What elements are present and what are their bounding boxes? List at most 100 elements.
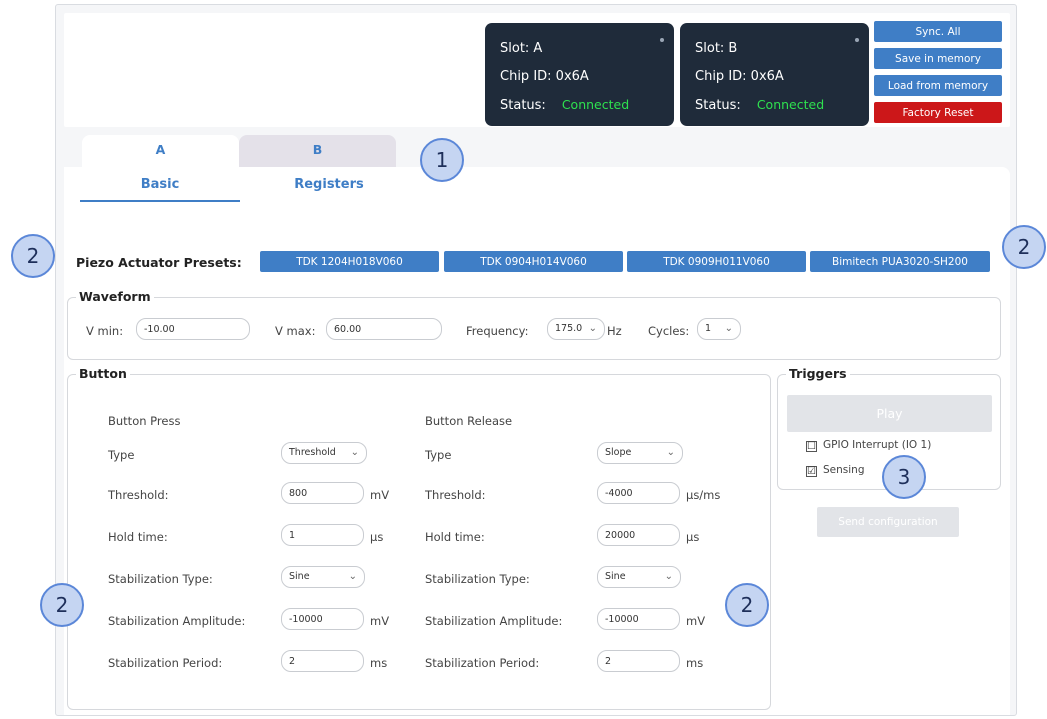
triggers-legend: Triggers xyxy=(786,366,850,381)
press-stab-type-select[interactable]: Sine ⌄ xyxy=(281,566,365,588)
press-stab-period-input[interactable] xyxy=(281,650,364,672)
chevron-down-icon: ⌄ xyxy=(664,571,673,582)
button-press-title: Button Press xyxy=(108,414,181,428)
slot-a-status-label: Status: xyxy=(500,98,546,113)
slot-b-chip-id: Chip ID: 0x6A xyxy=(695,69,784,84)
press-threshold-label: Threshold: xyxy=(108,488,169,502)
slot-a-status: Status: Connected xyxy=(500,97,629,113)
press-hold-unit: µs xyxy=(370,530,384,544)
preset-button-2[interactable]: TDK 0904H014V060 xyxy=(444,251,623,272)
release-stab-type-value: Sine xyxy=(605,571,626,582)
release-hold-unit: µs xyxy=(686,530,700,544)
vmax-input[interactable] xyxy=(326,318,442,340)
press-stab-period-label: Stabilization Period: xyxy=(108,656,223,670)
slot-b-label: Slot: B xyxy=(695,41,738,56)
slot-b-card: Slot: B Chip ID: 0x6A Status: Connected xyxy=(680,23,869,126)
slot-b-indicator-icon xyxy=(855,38,859,42)
callout-1: 1 xyxy=(420,138,464,182)
button-release-title: Button Release xyxy=(425,414,513,428)
factory-reset-button[interactable]: Factory Reset xyxy=(874,102,1002,123)
release-stab-amp-unit: mV xyxy=(686,614,706,628)
callout-2-left-presets: 2 xyxy=(11,234,55,278)
preset-button-1[interactable]: TDK 1204H018V060 xyxy=(260,251,439,272)
slot-b-status-label: Status: xyxy=(695,98,741,113)
release-stab-type-select[interactable]: Sine ⌄ xyxy=(597,566,681,588)
slot-a-chip-id: Chip ID: 0x6A xyxy=(500,69,589,84)
frequency-label: Frequency: xyxy=(466,324,529,338)
app-window: Slot: A Chip ID: 0x6A Status: Connected S… xyxy=(55,4,1017,716)
press-stab-period-unit: ms xyxy=(370,656,388,670)
callout-2-right-presets: 2 xyxy=(1002,225,1046,269)
tab-b[interactable]: B xyxy=(239,135,396,167)
press-stab-amp-label: Stabilization Amplitude: xyxy=(108,614,246,628)
callout-2-button-release: 2 xyxy=(725,583,769,627)
press-threshold-input[interactable] xyxy=(281,482,364,504)
slot-a-label: Slot: A xyxy=(500,41,543,56)
subtab-basic[interactable]: Basic xyxy=(80,177,240,202)
press-type-value: Threshold xyxy=(289,447,336,458)
preset-button-3[interactable]: TDK 0909H011V060 xyxy=(627,251,806,272)
cycles-select[interactable]: 1 ⌄ xyxy=(697,318,741,340)
tab-content: Basic Registers Piezo Actuator Presets: … xyxy=(64,167,1010,715)
sensing-checkbox[interactable]: ☑ xyxy=(806,466,817,477)
header-panel: Slot: A Chip ID: 0x6A Status: Connected S… xyxy=(64,13,1010,127)
chevron-down-icon: ⌄ xyxy=(348,571,357,582)
release-stab-amp-input[interactable] xyxy=(597,608,680,630)
press-stab-type-value: Sine xyxy=(289,571,310,582)
release-threshold-unit: µs/ms xyxy=(686,488,721,502)
release-hold-input[interactable] xyxy=(597,524,680,546)
release-stab-period-unit: ms xyxy=(686,656,704,670)
cycles-value: 1 xyxy=(705,323,712,334)
press-stab-amp-input[interactable] xyxy=(281,608,364,630)
press-stab-amp-unit: mV xyxy=(370,614,390,628)
release-type-value: Slope xyxy=(605,447,632,458)
slot-a-indicator-icon xyxy=(660,38,664,42)
chevron-down-icon: ⌄ xyxy=(350,447,359,458)
send-configuration-button[interactable]: Send configuration xyxy=(817,507,959,537)
release-stab-period-input[interactable] xyxy=(597,650,680,672)
save-in-memory-button[interactable]: Save in memory xyxy=(874,48,1002,69)
play-button[interactable]: Play xyxy=(787,395,992,432)
frequency-value: 175.0 xyxy=(555,323,583,334)
press-hold-input[interactable] xyxy=(281,524,364,546)
load-from-memory-button[interactable]: Load from memory xyxy=(874,75,1002,96)
frequency-unit: Hz xyxy=(607,324,622,338)
press-stab-type-label: Stabilization Type: xyxy=(108,572,213,586)
chevron-down-icon: ⌄ xyxy=(666,447,675,458)
callout-2-button-press: 2 xyxy=(40,583,84,627)
vmin-label: V min: xyxy=(86,324,124,338)
release-threshold-label: Threshold: xyxy=(425,488,486,502)
gpio-interrupt-label: GPIO Interrupt (IO 1) xyxy=(823,439,932,451)
subtab-registers[interactable]: Registers xyxy=(249,177,409,192)
press-threshold-unit: mV xyxy=(370,488,390,502)
chevron-down-icon: ⌄ xyxy=(724,323,733,334)
button-legend: Button xyxy=(76,366,130,381)
presets-label: Piezo Actuator Presets: xyxy=(76,255,242,270)
tab-a[interactable]: A xyxy=(82,135,239,167)
waveform-group: Waveform V min: V max: Frequency: 175.0 ⌄… xyxy=(67,289,1001,360)
release-type-label: Type xyxy=(425,448,452,462)
press-hold-label: Hold time: xyxy=(108,530,168,544)
release-stab-type-label: Stabilization Type: xyxy=(425,572,530,586)
preset-button-4[interactable]: Bimitech PUA3020-SH200 xyxy=(810,251,990,272)
chevron-down-icon: ⌄ xyxy=(588,323,597,334)
sync-all-button[interactable]: Sync. All xyxy=(874,21,1002,42)
waveform-legend: Waveform xyxy=(76,289,154,304)
slot-a-card: Slot: A Chip ID: 0x6A Status: Connected xyxy=(485,23,674,126)
release-threshold-input[interactable] xyxy=(597,482,680,504)
press-type-label: Type xyxy=(108,448,135,462)
gpio-interrupt-checkbox[interactable]: ☐ xyxy=(806,441,817,452)
cycles-label: Cycles: xyxy=(648,324,690,338)
button-group: Button Button Press Type Threshold ⌄ Thre… xyxy=(67,366,771,710)
callout-3-triggers: 3 xyxy=(882,455,926,499)
sensing-label: Sensing xyxy=(823,464,865,476)
frequency-select[interactable]: 175.0 ⌄ xyxy=(547,318,605,340)
slot-b-status: Status: Connected xyxy=(695,97,824,113)
slot-a-status-value: Connected xyxy=(561,97,630,112)
vmin-input[interactable] xyxy=(136,318,250,340)
release-type-select[interactable]: Slope ⌄ xyxy=(597,442,683,464)
press-type-select[interactable]: Threshold ⌄ xyxy=(281,442,367,464)
slot-b-status-value: Connected xyxy=(756,97,825,112)
vmax-label: V max: xyxy=(275,324,316,338)
release-hold-label: Hold time: xyxy=(425,530,485,544)
